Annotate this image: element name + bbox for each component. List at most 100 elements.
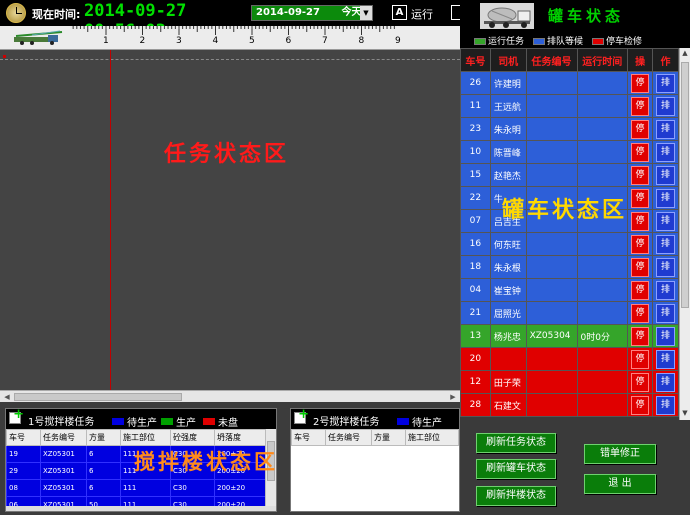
- tanker-row[interactable]: 16 何东旺 停排: [460, 232, 679, 256]
- scroll-left-icon[interactable]: ◀: [2, 392, 12, 402]
- mixer-1-hscroll[interactable]: [6, 506, 276, 511]
- tanker-vscroll[interactable]: ▲ ▼: [679, 48, 690, 420]
- add-task-icon[interactable]: [9, 409, 24, 424]
- legend-swatch: [474, 37, 486, 45]
- queue-button[interactable]: 排: [656, 119, 676, 139]
- stop-button[interactable]: 停: [631, 257, 650, 277]
- refresh-tanker-button[interactable]: 刷新罐车状态: [476, 459, 556, 479]
- mixer-panel-2-header: 2号搅拌楼任务 待生产: [291, 409, 459, 429]
- scroll-right-icon[interactable]: ▶: [448, 392, 458, 402]
- column-header: 操: [627, 48, 654, 72]
- tanker-cell-no: 20: [460, 347, 491, 371]
- tanker-cell-stop: 停: [627, 393, 654, 417]
- run-mode-icon[interactable]: A: [392, 5, 407, 20]
- queue-button[interactable]: 排: [656, 280, 676, 300]
- tanker-cell-no: 21: [460, 301, 491, 325]
- tanker-cell-no: 22: [460, 186, 491, 210]
- queue-button[interactable]: 排: [656, 188, 676, 208]
- column-header: 司机: [489, 48, 527, 72]
- task-area-hscroll[interactable]: ◀ ▶: [0, 390, 460, 402]
- stop-button[interactable]: 停: [631, 349, 650, 369]
- exit-button[interactable]: 退 出: [584, 474, 656, 494]
- cell: 6: [86, 479, 121, 497]
- tanker-cell-time: [576, 71, 629, 95]
- queue-button[interactable]: 排: [656, 165, 676, 185]
- queue-button[interactable]: 排: [656, 211, 676, 231]
- queue-button[interactable]: 排: [656, 73, 676, 93]
- tanker-row[interactable]: 20 停排: [460, 347, 679, 371]
- tanker-row[interactable]: 18 朱永根 停排: [460, 255, 679, 279]
- stop-button[interactable]: 停: [631, 96, 650, 116]
- queue-button[interactable]: 排: [656, 326, 676, 346]
- tanker-row[interactable]: 28 石建文 停排: [460, 393, 679, 417]
- add-task-icon[interactable]: [294, 409, 309, 424]
- refresh-task-button[interactable]: 刷新任务状态: [476, 433, 556, 453]
- tanker-row[interactable]: 15 赵艳杰 停排: [460, 163, 679, 187]
- tanker-cell-driver: 朱永根: [489, 255, 527, 279]
- queue-button[interactable]: 排: [656, 142, 676, 162]
- date-picker[interactable]: 2014-09-27 今天 ▼: [251, 5, 373, 21]
- column-header: 施工部位: [405, 429, 459, 446]
- table-row[interactable]: 08 XZ05301 6 111 C30 200±20: [6, 479, 276, 497]
- refresh-mixer-button[interactable]: 刷新拌楼状态: [476, 486, 556, 506]
- stop-button[interactable]: 停: [631, 119, 650, 139]
- cell: 111: [120, 479, 171, 497]
- tanker-cell-no: 04: [460, 278, 491, 302]
- queue-button[interactable]: 排: [656, 372, 676, 392]
- ruler-tick-label: 9: [395, 36, 401, 46]
- legend-swatch: [203, 418, 215, 425]
- scroll-up-icon[interactable]: ▲: [680, 49, 690, 59]
- ruler-tick-label: 6: [285, 36, 292, 46]
- stop-button[interactable]: 停: [631, 165, 650, 185]
- ruler-tick-label: 4: [212, 36, 219, 46]
- tanker-row[interactable]: 26 许建明 停排: [460, 71, 679, 95]
- queue-button[interactable]: 排: [656, 234, 676, 254]
- stop-button[interactable]: 停: [631, 188, 650, 208]
- column-header: 车号: [460, 48, 491, 72]
- stop-button[interactable]: 停: [631, 280, 650, 300]
- stop-button[interactable]: 停: [631, 234, 650, 254]
- tanker-cell-task: [525, 301, 578, 325]
- stop-button[interactable]: 停: [631, 372, 650, 392]
- action-panel: 刷新任务状态 刷新罐车状态 刷新拌楼状态 错单修正 退 出: [460, 420, 690, 515]
- stop-button[interactable]: 停: [631, 142, 650, 162]
- stop-button[interactable]: 停: [631, 326, 650, 346]
- top-bar: 现在时间: 2014-09-27 00:56:03 2014-09-27 今天 …: [0, 0, 460, 41]
- scroll-thumb[interactable]: [681, 62, 689, 308]
- tanker-row[interactable]: 21 屈照光 停排: [460, 301, 679, 325]
- tanker-row[interactable]: 10 陈晋峰 停排: [460, 140, 679, 164]
- tanker-cell-task: [525, 393, 578, 417]
- queue-button[interactable]: 排: [656, 96, 676, 116]
- queue-button[interactable]: 排: [656, 395, 676, 415]
- scroll-thumb[interactable]: [14, 393, 182, 401]
- scroll-down-icon[interactable]: ▼: [680, 409, 690, 419]
- queue-button[interactable]: 排: [656, 303, 676, 323]
- mixer-panel-1-title: 1号搅拌楼任务: [28, 417, 95, 428]
- guide-line: [0, 59, 460, 60]
- tanker-cell-no: 13: [460, 324, 491, 348]
- tanker-row[interactable]: 13 杨兆忠 XZ05304 0时0分停排: [460, 324, 679, 348]
- ruler-tick-label: 1: [103, 36, 109, 46]
- tanker-row[interactable]: 12 田子荣 停排: [460, 370, 679, 394]
- queue-button[interactable]: 排: [656, 257, 676, 277]
- stop-button[interactable]: 停: [631, 303, 650, 323]
- ruler-tick-label: 2: [139, 36, 146, 46]
- tanker-cell-time: [576, 393, 629, 417]
- tanker-row[interactable]: 11 王远航 停排: [460, 94, 679, 118]
- clock-icon: [6, 3, 26, 23]
- stop-button[interactable]: 停: [631, 73, 650, 93]
- tanker-cell-time: [576, 370, 629, 394]
- tanker-cell-queue: 排: [652, 370, 679, 394]
- stop-button[interactable]: 停: [631, 211, 650, 231]
- tanker-row[interactable]: 04 崔宝钟 停排: [460, 278, 679, 302]
- tanker-cell-stop: 停: [627, 140, 654, 164]
- now-label: 现在时间:: [32, 8, 81, 21]
- chevron-down-icon[interactable]: ▼: [360, 6, 372, 20]
- tanker-cell-stop: 停: [627, 255, 654, 279]
- stop-button[interactable]: 停: [631, 395, 650, 415]
- cell: 08: [6, 479, 41, 497]
- tanker-header: 罐车状态: [460, 0, 690, 32]
- queue-button[interactable]: 排: [656, 349, 676, 369]
- tanker-row[interactable]: 23 朱永明 停排: [460, 117, 679, 141]
- fix-error-button[interactable]: 错单修正: [584, 444, 656, 464]
